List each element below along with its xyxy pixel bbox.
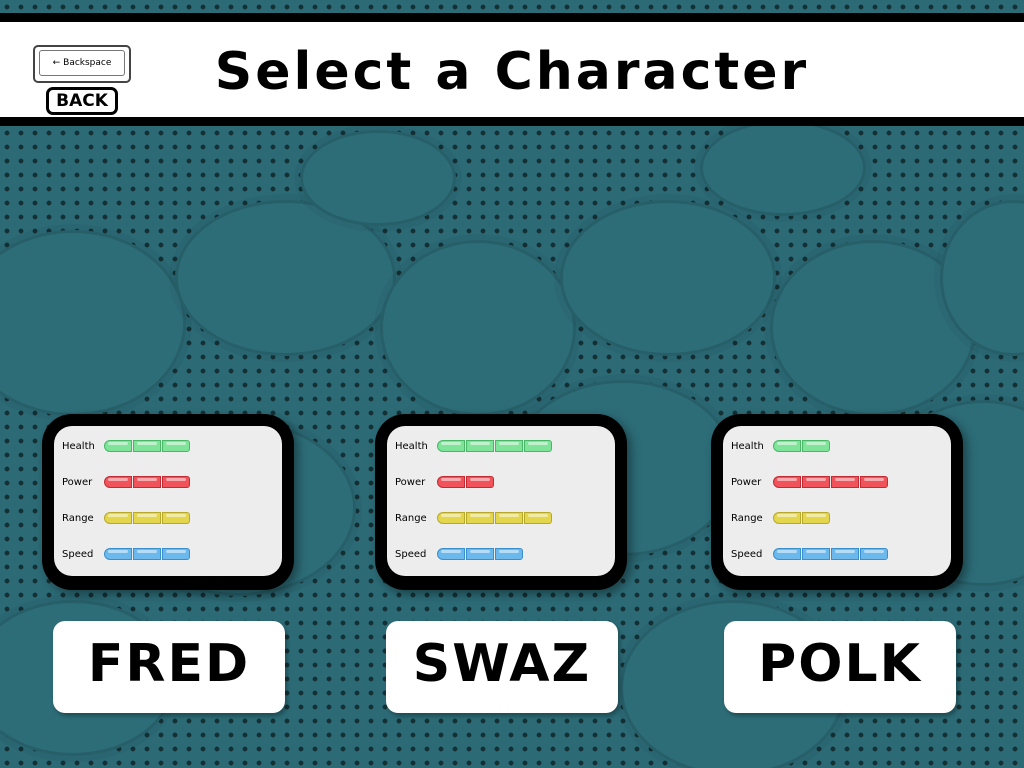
stat-segment xyxy=(437,548,465,560)
stat-segment xyxy=(773,512,801,524)
header-bar: ← Backspace BACK Select a Character xyxy=(0,13,1024,126)
stat-row-speed: Speed xyxy=(395,547,524,561)
stat-segment xyxy=(860,548,888,560)
stat-row-speed: Speed xyxy=(62,547,191,561)
stat-segment xyxy=(524,440,552,452)
stat-segment xyxy=(773,548,801,560)
stat-segment xyxy=(133,440,161,452)
stat-segment xyxy=(495,548,523,560)
stat-label: Power xyxy=(62,476,93,488)
stat-row-speed: Speed xyxy=(731,547,889,561)
stat-segment xyxy=(162,440,190,452)
stat-segment xyxy=(773,476,801,488)
stat-segment xyxy=(466,512,494,524)
stat-label: Health xyxy=(395,440,428,452)
stat-segment xyxy=(773,440,801,452)
stat-row-health: Health xyxy=(731,439,831,453)
stat-segment xyxy=(524,512,552,524)
stats-panel: Health Power Range Speed xyxy=(723,426,951,576)
stat-segment xyxy=(466,440,494,452)
stat-segment xyxy=(466,476,494,488)
stat-segment xyxy=(162,548,190,560)
stat-segment xyxy=(860,476,888,488)
stats-panel: Health Power Range Speed xyxy=(54,426,282,576)
stat-segment xyxy=(437,476,465,488)
stat-label: Speed xyxy=(395,548,427,560)
stat-segment xyxy=(802,548,830,560)
stat-segment xyxy=(831,548,859,560)
stat-bar-power xyxy=(773,476,889,488)
stat-segment xyxy=(437,440,465,452)
stat-row-power: Power xyxy=(62,475,191,489)
character-name-fred[interactable]: FRED xyxy=(53,621,285,713)
stat-label: Range xyxy=(731,512,763,524)
stat-segment xyxy=(162,476,190,488)
stat-bar-speed xyxy=(773,548,889,560)
stat-segment xyxy=(104,512,132,524)
stats-panel: Health Power Range Speed xyxy=(387,426,615,576)
stat-bar-health xyxy=(104,440,191,452)
character-stats-card-swaz[interactable]: Health Power Range Speed xyxy=(375,414,627,590)
stat-bar-power xyxy=(104,476,191,488)
stat-label: Power xyxy=(395,476,426,488)
character-stats-card-fred[interactable]: Health Power Range Speed xyxy=(42,414,294,590)
stat-segment xyxy=(162,512,190,524)
stat-segment xyxy=(831,476,859,488)
stat-label: Health xyxy=(62,440,95,452)
stat-row-power: Power xyxy=(395,475,495,489)
stat-segment xyxy=(802,440,830,452)
stat-segment xyxy=(495,440,523,452)
stat-segment xyxy=(437,512,465,524)
stat-label: Health xyxy=(731,440,764,452)
stat-row-health: Health xyxy=(395,439,553,453)
stat-segment xyxy=(104,440,132,452)
stat-segment xyxy=(133,476,161,488)
stat-segment xyxy=(466,548,494,560)
stat-segment xyxy=(104,548,132,560)
stat-segment xyxy=(104,476,132,488)
stat-bar-range xyxy=(773,512,831,524)
stat-segment xyxy=(802,512,830,524)
stat-label: Range xyxy=(395,512,427,524)
stat-label: Power xyxy=(731,476,762,488)
stat-segment xyxy=(495,512,523,524)
stat-bar-range xyxy=(437,512,553,524)
stat-label: Speed xyxy=(62,548,94,560)
character-name-polk[interactable]: POLK xyxy=(724,621,956,713)
stat-label: Speed xyxy=(731,548,763,560)
stat-segment xyxy=(133,512,161,524)
stat-row-health: Health xyxy=(62,439,191,453)
stat-bar-health xyxy=(437,440,553,452)
stat-bar-range xyxy=(104,512,191,524)
stat-segment xyxy=(802,476,830,488)
stat-row-range: Range xyxy=(395,511,553,525)
stat-bar-power xyxy=(437,476,495,488)
stat-row-range: Range xyxy=(62,511,191,525)
stat-label: Range xyxy=(62,512,94,524)
stat-bar-health xyxy=(773,440,831,452)
stat-bar-speed xyxy=(437,548,524,560)
stat-row-power: Power xyxy=(731,475,889,489)
stat-row-range: Range xyxy=(731,511,831,525)
stat-bar-speed xyxy=(104,548,191,560)
character-stats-card-polk[interactable]: Health Power Range Speed xyxy=(711,414,963,590)
stat-segment xyxy=(133,548,161,560)
page-title: Select a Character xyxy=(214,42,810,102)
character-name-swaz[interactable]: SWAZ xyxy=(386,621,618,713)
